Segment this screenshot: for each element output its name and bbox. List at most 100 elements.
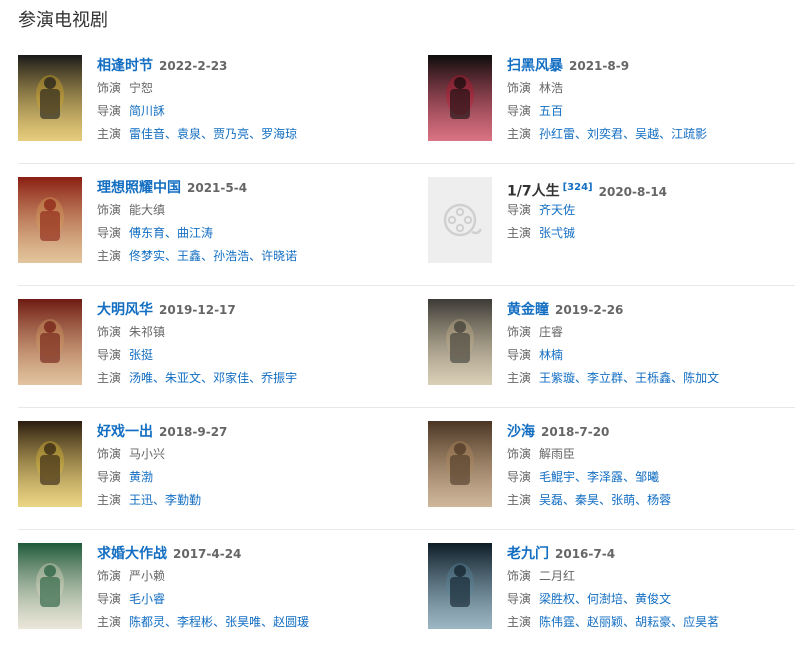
cast-member-link[interactable]: 张昊唯	[225, 615, 261, 629]
cast-line: 主演 张弌铖	[507, 222, 667, 245]
cast-member-link[interactable]: 袁泉	[177, 127, 201, 141]
cast-member-link[interactable]: 江疏影	[671, 127, 707, 141]
show-info: 沙海 2018-7-20 饰演 解雨臣 导演 毛鯤宇、李泽露、邹曦 主演 吴磊、秦昊、张萌、杨…	[507, 421, 671, 512]
role-value: 宁恕	[129, 81, 154, 95]
show-poster[interactable]	[428, 421, 492, 507]
cast-member-link[interactable]: 邓家佳	[213, 371, 249, 385]
show-info: 黄金瞳 2019-2-26 饰演 庄睿 导演 林楠 主演 王紫璇、李立群、王栎鑫、陈加文	[507, 299, 719, 390]
cast-member-link[interactable]: 汤唯	[129, 371, 153, 385]
cast-member-link[interactable]: 杨蓉	[647, 493, 671, 507]
cast-member-link[interactable]: 刘奕君	[587, 127, 623, 141]
director-link[interactable]: 齐天佐	[539, 203, 575, 217]
cast-member-link[interactable]: 王栎鑫	[635, 371, 671, 385]
director-link[interactable]: 黄俊文	[635, 592, 671, 606]
director-link[interactable]: 黄渤	[129, 470, 153, 484]
role-label: 饰演	[97, 569, 122, 583]
director-link[interactable]: 毛小睿	[129, 592, 165, 606]
cast-member-link[interactable]: 吴越	[635, 127, 659, 141]
cast-member-link[interactable]: 吴磊	[539, 493, 563, 507]
cast-member-link[interactable]: 朱亚文	[165, 371, 201, 385]
cast-member-link[interactable]: 陈加文	[683, 371, 719, 385]
director-link[interactable]: 五百	[539, 104, 563, 118]
poster-art	[18, 55, 82, 141]
cast-member-link[interactable]: 秦昊	[575, 493, 599, 507]
cast-line: 主演 雷佳音、袁泉、贾乃亮、罗海琼	[97, 123, 297, 146]
name-separator: 、	[213, 615, 226, 629]
director-link[interactable]: 何澍培	[587, 592, 623, 606]
cast-member-link[interactable]: 赵丽颖	[587, 615, 623, 629]
show-date: 2018-7-20	[541, 425, 610, 439]
cast-member-link[interactable]: 张弌铖	[539, 226, 575, 240]
cast-member-link[interactable]: 陈伟霆	[539, 615, 575, 629]
cast-member-link[interactable]: 孙红雷	[539, 127, 575, 141]
show-title[interactable]: 好戏一出	[97, 424, 153, 440]
director-link[interactable]: 林楠	[539, 348, 563, 362]
poster-art	[428, 299, 492, 385]
show-title[interactable]: 扫黑风暴	[507, 58, 563, 74]
cast-member-link[interactable]: 许晓诺	[261, 249, 297, 263]
show-title[interactable]: 黄金瞳	[507, 302, 549, 318]
cast-member-link[interactable]: 李勤勤	[165, 493, 201, 507]
cast-member-link[interactable]: 李立群	[587, 371, 623, 385]
cast-member-link[interactable]: 贾乃亮	[213, 127, 249, 141]
show-title-line: 沙海 2018-7-20	[507, 421, 671, 443]
director-label: 导演	[507, 104, 532, 118]
director-link[interactable]: 毛鯤宇	[539, 470, 575, 484]
cast-label: 主演	[97, 493, 122, 507]
cast-member-link[interactable]: 王迅	[129, 493, 153, 507]
show-poster[interactable]	[18, 421, 82, 507]
show-title[interactable]: 大明风华	[97, 302, 153, 318]
role-line: 饰演 马小兴	[97, 443, 227, 466]
show-title[interactable]: 求婚大作战	[97, 546, 167, 562]
director-link[interactable]: 邹曦	[635, 470, 659, 484]
show-title[interactable]: 理想照耀中国	[97, 180, 181, 196]
show-poster[interactable]	[18, 177, 82, 263]
show-title[interactable]: 沙海	[507, 424, 535, 440]
director-line: 导演 毛小睿	[97, 588, 309, 611]
show-poster[interactable]	[18, 543, 82, 629]
show-title[interactable]: 相逢时节	[97, 58, 153, 74]
show-title-line: 好戏一出 2018-9-27	[97, 421, 227, 443]
director-link[interactable]: 傅东育	[129, 226, 165, 240]
role-value: 严小赖	[129, 569, 166, 583]
show-poster[interactable]	[428, 543, 492, 629]
cast-member-link[interactable]: 孙浩浩	[213, 249, 249, 263]
cast-member-link[interactable]: 雷佳音	[129, 127, 165, 141]
show-poster[interactable]	[428, 177, 492, 263]
show-poster[interactable]	[18, 55, 82, 141]
cast-member-link[interactable]: 陈都灵	[129, 615, 165, 629]
name-separator: 、	[261, 615, 274, 629]
poster-art	[18, 299, 82, 385]
cast-label: 主演	[507, 615, 532, 629]
cast-member-link[interactable]: 佟梦实	[129, 249, 165, 263]
cast-member-link[interactable]: 应昊茗	[683, 615, 719, 629]
cast-member-link[interactable]: 王紫璇	[539, 371, 575, 385]
show-title[interactable]: 老九门	[507, 546, 549, 562]
cast-member-link[interactable]: 张萌	[611, 493, 635, 507]
name-separator: 、	[575, 615, 588, 629]
show-title[interactable]: 1/7人生	[507, 184, 560, 200]
cast-member-link[interactable]: 王鑫	[177, 249, 201, 263]
role-label: 饰演	[507, 569, 532, 583]
director-label: 导演	[97, 592, 122, 606]
show-poster[interactable]	[428, 299, 492, 385]
citation-link[interactable]: [324]	[563, 182, 593, 193]
role-value: 解雨臣	[539, 447, 576, 461]
show-row: 好戏一出 2018-9-27 饰演 马小兴 导演 黄渤 主演 王迅、李勤勤 沙海 2018-7-…	[18, 407, 795, 529]
director-link[interactable]: 李泽露	[587, 470, 623, 484]
role-label: 饰演	[97, 203, 122, 217]
director-link[interactable]: 梁胜权	[539, 592, 575, 606]
cast-member-link[interactable]: 李程彬	[177, 615, 213, 629]
cast-member-link[interactable]: 胡耘豪	[635, 615, 671, 629]
director-label: 导演	[97, 348, 122, 362]
director-link[interactable]: 张挺	[129, 348, 153, 362]
cast-member-link[interactable]: 乔振宇	[261, 371, 297, 385]
show-poster[interactable]	[18, 299, 82, 385]
show-row: 理想照耀中国 2021-5-4 饰演 能大缜 导演 傅东育、曲江涛 主演 佟梦实、王鑫、孙浩浩…	[18, 163, 795, 285]
name-separator: 、	[563, 493, 576, 507]
director-link[interactable]: 简川訸	[129, 104, 165, 118]
cast-member-link[interactable]: 赵圆瑗	[273, 615, 309, 629]
director-link[interactable]: 曲江涛	[177, 226, 213, 240]
cast-member-link[interactable]: 罗海琼	[261, 127, 297, 141]
show-poster[interactable]	[428, 55, 492, 141]
